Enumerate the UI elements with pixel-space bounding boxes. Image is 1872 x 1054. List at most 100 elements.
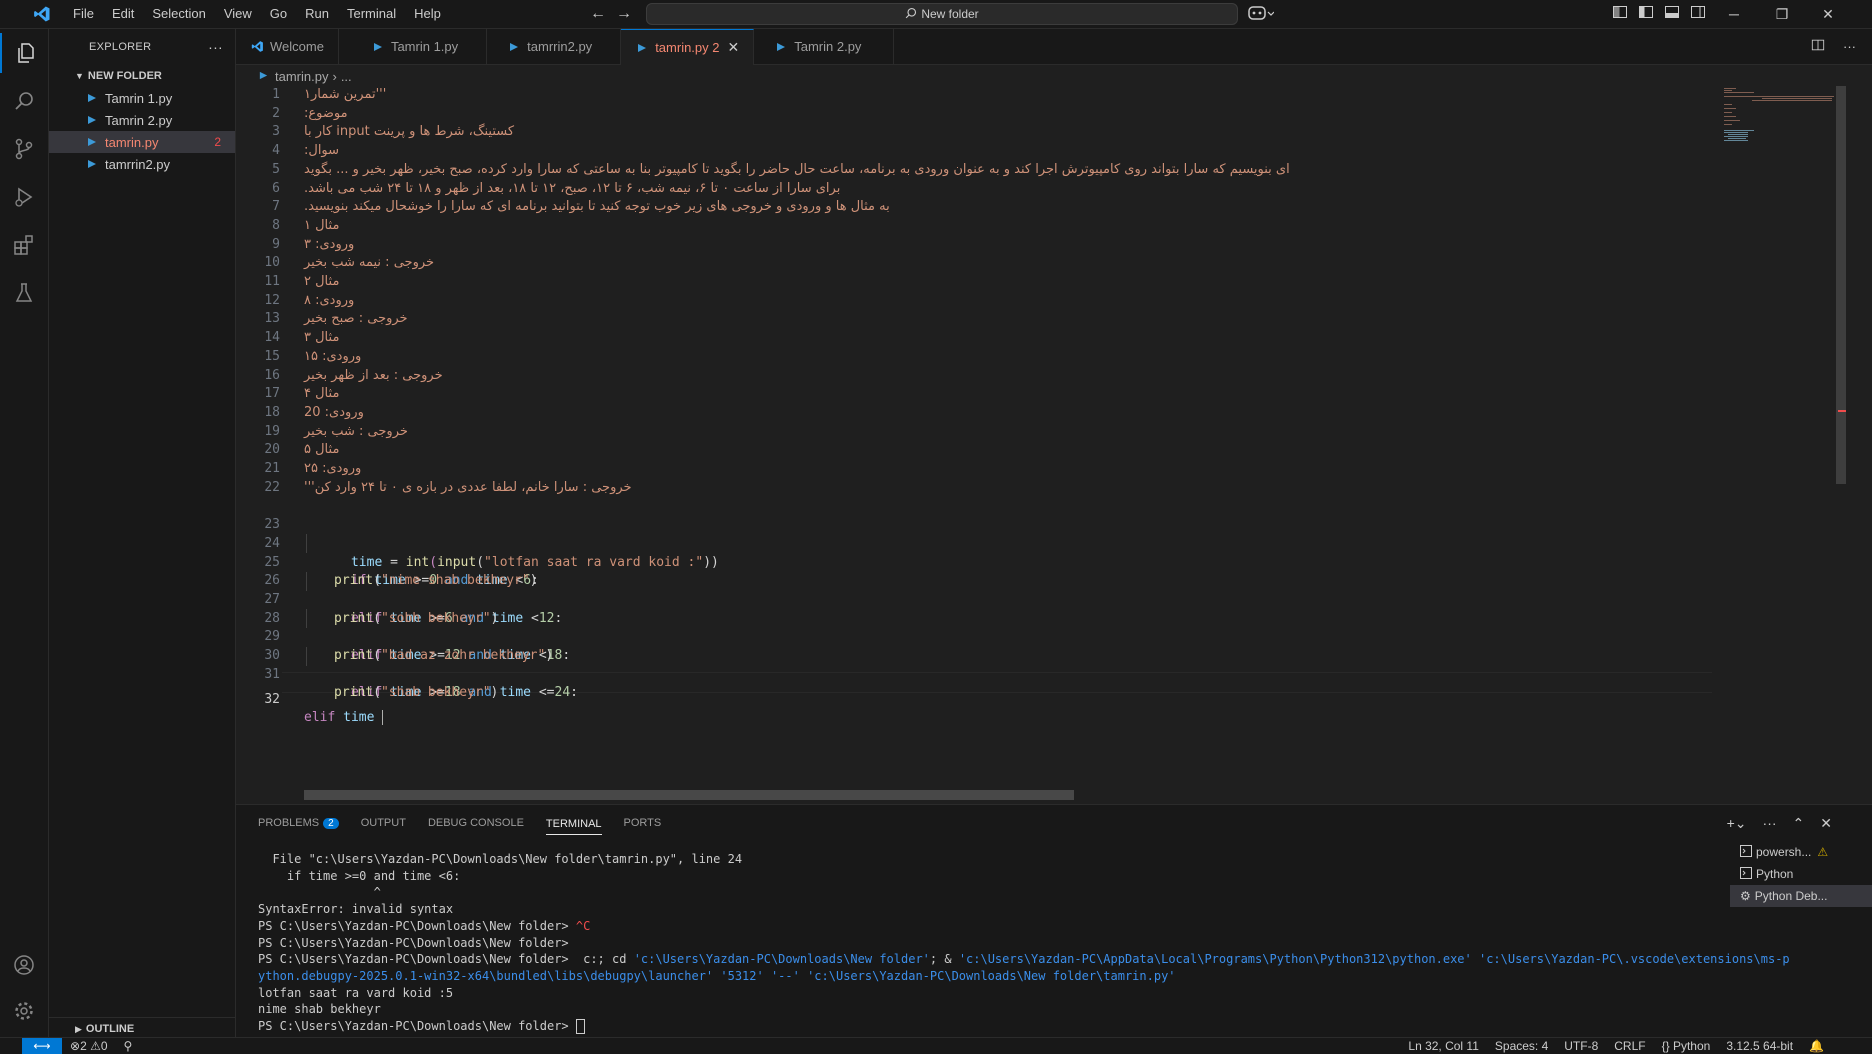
editor-actions: ··· [1811,29,1856,64]
terminal-item-python[interactable]: Python [1730,863,1872,885]
command-center-search[interactable]: New folder [646,3,1238,25]
manage-gear-icon[interactable] [0,991,48,1031]
source-control-icon[interactable] [0,129,48,169]
menu-terminal[interactable]: Terminal [338,0,405,28]
menu-go[interactable]: Go [261,0,296,28]
menu-file[interactable]: File [64,0,103,28]
toggle-secondary-sidebar-icon[interactable] [1690,4,1710,24]
code-line-29: 29 print("bad az zohr bekheyr") [236,610,1716,663]
tab-welcome[interactable]: Welcome [236,29,339,64]
problems-status[interactable]: ⊗2 ⚠0 [62,1039,116,1053]
terminal-item-powershell[interactable]: powersh... ⚠ [1730,841,1872,863]
vertical-scrollbar[interactable] [1836,86,1846,484]
more-actions-icon[interactable]: ··· [1843,39,1856,54]
tab-tamrrin2[interactable]: tamrrin2.py [487,29,622,64]
tab-tamrin[interactable]: tamrin.py 2 ✕ [621,29,755,65]
tab-terminal[interactable]: TERMINAL [545,818,602,835]
more-actions-icon[interactable]: ··· [1763,815,1777,831]
tab-tamrin-2[interactable]: Tamrin 2.py [754,29,895,64]
line-ending[interactable]: CRLF [1606,1039,1653,1053]
tab-debug-console[interactable]: DEBUG CONSOLE [428,817,524,829]
explorer-title: EXPLORER [89,41,152,53]
line-number: 19 [264,423,280,439]
file-tamrrin2[interactable]: tamrrin2.py [49,153,235,175]
file-label: tamrrin2.py [105,156,171,172]
menu-view[interactable]: View [215,0,261,28]
forward-arrow-icon[interactable]: → [614,4,634,24]
customize-layout-icon[interactable] [1612,4,1632,24]
toggle-sidebar-icon[interactable] [1638,4,1658,24]
breadcrumb-file[interactable]: tamrin.py [275,69,328,84]
broadcast-icon[interactable]: ⚲ [116,1039,141,1053]
close-panel-icon[interactable]: ✕ [1820,815,1832,832]
maximize-panel-icon[interactable]: ⌃ [1793,815,1805,832]
terminal-list: powersh... ⚠ Python ⚙ Python Deb... [1730,841,1872,907]
terminal-label: Python Deb... [1754,889,1828,903]
testing-flask-icon[interactable] [0,273,48,313]
error-marker [1838,410,1846,412]
keyword: elif [304,710,336,726]
remote-icon[interactable]: ⟷ [22,1038,62,1054]
code-line-5: 5 ای بنویسیم که سارا بتواند روی کامپیوترش… [236,161,1716,180]
indentation[interactable]: Spaces: 4 [1487,1039,1556,1053]
activity-bar [0,29,49,1037]
extensions-icon[interactable] [0,225,48,265]
terminal-output[interactable]: File "c:\Users\Yazdan-PC\Downloads\New f… [258,851,1790,1035]
explorer-icon[interactable] [0,33,50,73]
code-line-7: 7 به مثال ها و ورودی و خروجی های زیر خوب … [236,198,1716,217]
code-line-14: 14 مثال ۳ [236,329,1716,348]
code-line-19: 19 خروجی : شب بخیر [236,423,1716,442]
file-label: Tamrin 1.py [105,90,173,106]
python-interpreter[interactable]: 3.12.5 64-bit [1718,1039,1801,1053]
menu-edit[interactable]: Edit [103,0,143,28]
menu-selection[interactable]: Selection [143,0,214,28]
menu-help[interactable]: Help [405,0,450,28]
more-actions-icon[interactable]: ··· [208,39,223,55]
code-editor[interactable]: 1 '''تمرین شمار۱ 2 موضوع: 3 کستینگ، شرط ها و … [236,86,1716,794]
tab-output[interactable]: OUTPUT [361,817,406,829]
cursor-position[interactable]: Ln 32, Col 11 [1400,1039,1487,1053]
encoding[interactable]: UTF-8 [1556,1039,1606,1053]
back-arrow-icon[interactable]: ← [588,4,608,24]
indent-guide [306,572,307,591]
breadcrumb-more[interactable]: ... [341,69,352,84]
docstring-text: مثال ۵ [304,442,340,458]
code-line-13: 13 خروجی : صبح بخیر [236,310,1716,329]
menu-run[interactable]: Run [296,0,338,28]
tab-ports[interactable]: PORTS [624,817,662,829]
code-line-21: 21 ورودی: ۲۵ [236,460,1716,479]
run-debug-icon[interactable] [0,177,48,217]
tab-tamrin-1[interactable]: Tamrin 1.py [339,29,488,64]
line-number: 15 [264,348,280,364]
horizontal-scrollbar[interactable] [304,790,1074,800]
prompt: PS C:\Users\Yazdan-PC\Downloads\New fold… [258,918,576,933]
accounts-icon[interactable] [0,945,48,985]
copilot-icon[interactable] [1248,4,1275,24]
close-icon[interactable]: ✕ [728,39,740,56]
debug-gear-icon: ⚙ [1740,889,1751,903]
file-tamrin[interactable]: tamrin.py 2 [49,131,235,153]
python-file-icon [507,40,521,54]
minimize-icon[interactable]: ─ [1712,0,1756,28]
tab-problems[interactable]: PROBLEMS 2 [258,817,339,829]
line-number: 12 [264,292,280,308]
docstring-text: ورودی: 20 [304,404,364,420]
text-caret [382,710,384,726]
file-tamrin-1[interactable]: Tamrin 1.py [49,87,235,109]
new-terminal-icon[interactable]: +⌄ [1727,815,1747,832]
file-tamrin-2[interactable]: Tamrin 2.py [49,109,235,131]
split-editor-icon[interactable] [1811,38,1825,55]
close-window-icon[interactable]: ✕ [1806,0,1850,28]
notifications-bell-icon[interactable]: 🔔 [1801,1039,1832,1053]
code-line-1: 1 '''تمرین شمار۱ [236,86,1716,105]
folder-new-folder[interactable]: ▼ NEW FOLDER [49,65,235,87]
toggle-panel-icon[interactable] [1664,4,1684,24]
language-mode[interactable]: {} Python [1654,1039,1719,1053]
editor-tabs: Welcome Tamrin 1.py tamrrin2.py tamrin.p… [236,29,1872,65]
terminal-item-python-debug[interactable]: ⚙ Python Deb... [1730,885,1872,907]
python-file-icon [258,69,269,84]
restore-icon[interactable]: ❐ [1760,0,1804,28]
search-view-icon[interactable] [0,81,48,121]
terminal-label: powersh... [1756,845,1812,859]
minimap[interactable] [1722,86,1838,794]
